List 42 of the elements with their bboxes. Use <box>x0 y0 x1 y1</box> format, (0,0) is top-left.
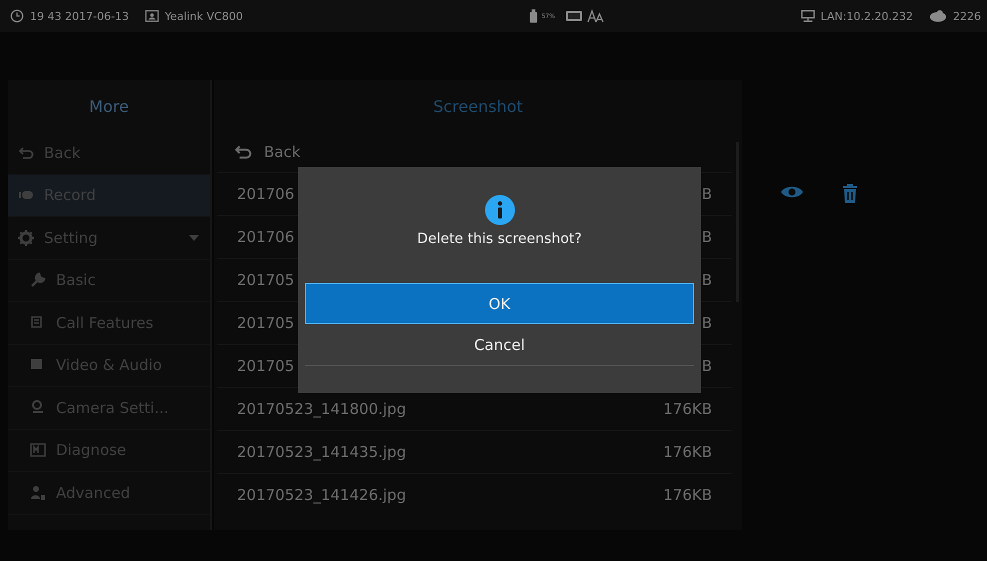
status-time: 19 43 2017-06-13 <box>30 10 129 22</box>
clock-icon <box>10 9 24 23</box>
sidebar-title: More <box>88 96 130 118</box>
panel-title: Screenshot <box>432 96 524 118</box>
file-name[interactable]: 201705 <box>237 314 294 332</box>
network-address: LAN:10.2.20.232 <box>820 10 913 22</box>
file-size: 176KB <box>663 443 712 461</box>
file-size: B <box>702 185 712 203</box>
file-size: B <box>702 357 712 375</box>
file-name[interactable]: 201706 <box>237 228 294 246</box>
person-lock-icon <box>30 484 46 501</box>
monitor-icon <box>30 442 46 458</box>
font-size-icon <box>586 9 605 23</box>
file-name[interactable]: 201706 <box>237 185 294 203</box>
file-name[interactable]: 20170523_141426.jpg <box>237 486 406 504</box>
file-name[interactable]: 201705 <box>237 271 294 289</box>
file-name[interactable]: 20170523_141435.jpg <box>237 443 406 461</box>
file-size: B <box>702 228 712 246</box>
video-recording-icon <box>564 9 583 23</box>
back-button[interactable]: Back <box>214 132 344 172</box>
file-size: B <box>702 314 712 332</box>
wrench-icon <box>30 272 46 288</box>
file-size: 176KB <box>663 400 712 418</box>
account-number: 2226 <box>952 10 981 22</box>
dialog-message: Delete this screenshot? <box>417 231 582 247</box>
gear-icon <box>18 230 34 246</box>
file-size: 176KB <box>663 486 712 504</box>
back-arrow-icon <box>234 143 252 161</box>
contact-card-icon <box>144 9 159 23</box>
file-name[interactable]: 201705 <box>237 357 294 375</box>
device-name: Yealink VC800 <box>164 10 243 22</box>
eye-icon[interactable] <box>780 184 804 200</box>
file-size: B <box>702 271 712 289</box>
trash-icon[interactable] <box>842 184 858 204</box>
ok-button[interactable]: OK <box>305 283 694 324</box>
info-icon <box>484 195 514 225</box>
network-icon <box>800 9 815 23</box>
cloud-icon <box>928 9 947 23</box>
back-arrow-icon <box>18 144 34 161</box>
usb-drive-icon <box>528 8 538 24</box>
file-name[interactable]: 20170523_141800.jpg <box>237 400 406 418</box>
cancel-button[interactable]: Cancel <box>305 324 694 365</box>
